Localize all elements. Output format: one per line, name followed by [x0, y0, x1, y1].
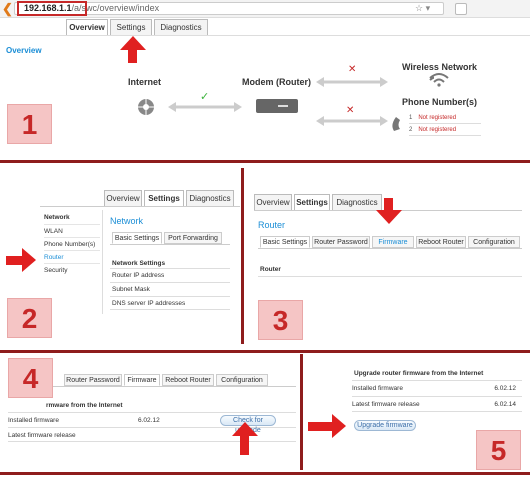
bookmark-star-icon[interactable]: ☆ ▾ — [415, 3, 430, 14]
upgrade-firmware-button[interactable]: Upgrade firmware — [354, 420, 416, 431]
tab-settings[interactable]: Settings — [144, 190, 184, 206]
subtab-port-forwarding[interactable]: Port Forwarding — [164, 232, 222, 244]
upgrade-section-heading: Upgrade router firmware from the Interne… — [354, 370, 484, 377]
sidebar-divider — [102, 210, 103, 314]
subtab-firmware[interactable]: Firmware — [124, 374, 160, 386]
tab-overview[interactable]: Overview — [66, 19, 108, 35]
network-settings-heading: Network Settings — [112, 260, 166, 267]
phone-line-1: 1 Not registered — [409, 112, 481, 124]
tab-settings[interactable]: Settings — [110, 19, 152, 35]
globe-icon — [138, 99, 154, 115]
sidebar-item-security[interactable]: Security — [44, 263, 100, 276]
modem-label: Modem (Router) — [242, 77, 311, 87]
subtab-router-password[interactable]: Router Password — [64, 374, 122, 386]
subtab-underline — [110, 244, 230, 245]
subtab-configuration[interactable]: Configuration — [216, 374, 268, 386]
installed-version: 6.02.12 — [494, 385, 516, 392]
step-number-1: 1 — [7, 104, 52, 144]
subtab-router-password[interactable]: Router Password — [312, 236, 370, 248]
arrow-shaft — [384, 198, 393, 210]
arrow-right-upgrade-icon — [332, 414, 346, 438]
tab-underline — [40, 206, 240, 207]
subtab-underline — [258, 248, 522, 249]
tab-diagnostics[interactable]: Diagnostics — [186, 190, 234, 206]
tab-overview[interactable]: Overview — [254, 194, 292, 210]
field-dns-servers: DNS server IP addresses — [110, 296, 230, 310]
upgrade-table: Installed firmware 6.02.12 Latest firmwa… — [352, 380, 522, 412]
internet-label: Internet — [128, 77, 162, 87]
check-icon: ✓ — [200, 93, 209, 103]
subtab-basic-settings[interactable]: Basic Settings — [260, 236, 310, 248]
arrow-up-check-icon — [232, 422, 258, 436]
divider-h-1 — [0, 160, 530, 163]
row-latest-firmware: Latest firmware release 6.02.14 — [352, 396, 522, 412]
overview-heading: Overview — [6, 46, 42, 55]
x-icon-wireless: ✕ — [348, 64, 356, 75]
subtab-basic-settings[interactable]: Basic Settings — [112, 232, 162, 244]
modem-icon — [256, 99, 298, 113]
router-title: Router — [258, 220, 286, 230]
settings-sidebar: Network WLAN Phone Number(s) Router Secu… — [44, 212, 100, 276]
arrow-up-settings-icon — [120, 36, 146, 50]
field-subnet-mask: Subnet Mask — [110, 282, 230, 296]
subtab-configuration[interactable]: Configuration — [468, 236, 520, 248]
reload-icon[interactable] — [455, 3, 467, 15]
x-icon-phone: ✕ — [346, 105, 354, 116]
arrow-shaft — [308, 422, 332, 431]
arrow-shaft — [240, 435, 249, 455]
latest-version: 6.02.14 — [494, 401, 516, 408]
subtab-reboot-router[interactable]: Reboot Router — [416, 236, 466, 248]
router-section-rule — [258, 276, 522, 277]
sidebar-item-wlan[interactable]: WLAN — [44, 224, 100, 237]
url-highlight-box — [17, 1, 87, 16]
row-installed-firmware: Installed firmware 6.02.12 — [352, 380, 522, 396]
tab-overview[interactable]: Overview — [104, 190, 142, 206]
divider-v-2 — [300, 354, 303, 470]
step-number-5: 5 — [476, 430, 521, 470]
arrow-shaft — [6, 256, 22, 265]
wireless-link: ✕ — [316, 64, 434, 87]
arrow-shaft — [128, 49, 137, 63]
url-dropdown-icon: ▾ — [425, 3, 431, 13]
overview-diagram: ✓ ✕ — [138, 93, 400, 131]
divider-v-1 — [241, 168, 244, 344]
tab-settings[interactable]: Settings — [294, 194, 330, 210]
sidebar-item-network[interactable]: Network — [44, 212, 100, 224]
tab-diagnostics[interactable]: Diagnostics — [154, 19, 208, 35]
sidebar-item-phone[interactable]: Phone Number(s) — [44, 237, 100, 250]
step-number-4: 4 — [8, 358, 53, 398]
wifi-icon — [429, 73, 449, 87]
divider-h-2 — [0, 350, 530, 353]
link-arrow-internet-modem — [168, 102, 242, 112]
divider-h-3 — [0, 472, 530, 475]
router-section-heading: Router — [260, 266, 281, 273]
arrow-right-router-icon — [22, 248, 36, 272]
arrow-down-firmware-icon — [376, 210, 402, 224]
firmware-section-heading: rmware from the Internet — [46, 402, 123, 409]
step-number-3: 3 — [258, 300, 303, 340]
phone-lines-list: 1 Not registered 2 Not registered — [409, 112, 481, 136]
subtab-firmware[interactable]: Firmware — [372, 236, 414, 248]
installed-version: 6.02.12 — [138, 417, 160, 424]
phone-icon — [392, 117, 400, 131]
phone-line-2: 2 Not registered — [409, 124, 481, 136]
tab-diagnostics[interactable]: Diagnostics — [332, 194, 382, 210]
step-number-2: 2 — [7, 298, 52, 338]
sidebar-item-router[interactable]: Router — [44, 250, 100, 263]
network-fields: Router IP address Subnet Mask DNS server… — [110, 268, 230, 310]
tab-underline — [0, 35, 530, 36]
field-router-ip: Router IP address — [110, 268, 230, 282]
subtab-reboot-router[interactable]: Reboot Router — [162, 374, 214, 386]
network-title: Network — [110, 216, 144, 226]
back-icon[interactable]: ❮ — [2, 1, 13, 17]
link-arrow-modem-phone — [316, 116, 388, 126]
